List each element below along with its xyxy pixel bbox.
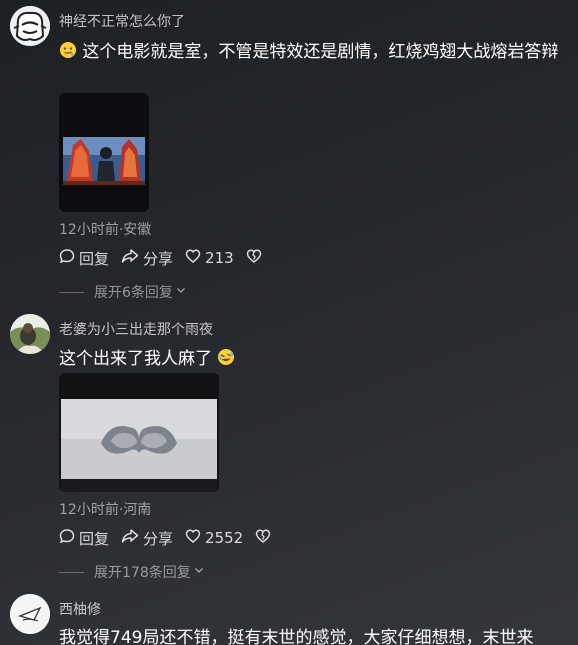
chevron-down-icon <box>173 284 187 300</box>
comment-image[interactable] <box>59 373 219 492</box>
comment-meta: 12小时前·安徽 <box>59 222 152 238</box>
username[interactable]: 老婆为小三出走那个雨夜 <box>59 319 213 339</box>
share-arrow-icon <box>121 248 143 268</box>
username[interactable]: 神经不正常怎么你了 <box>59 11 185 31</box>
expand-replies-button[interactable]: 展开178条回复 <box>59 562 205 582</box>
broken-heart-icon <box>246 248 266 268</box>
username[interactable]: 西柚修 <box>59 599 101 619</box>
avatar[interactable] <box>10 594 50 634</box>
divider-line <box>59 291 84 293</box>
expand-replies-button[interactable]: 展开6条回复 <box>59 282 187 302</box>
reply-label: 回复 <box>79 529 110 548</box>
comment-list: 神经不正常怎么你了 这个电影就是室，不管是特效还是剧情，红烧鸡翅大战熔岩答辩 1… <box>0 0 578 645</box>
dislike-button[interactable] <box>255 528 275 548</box>
rolling-laughing-icon <box>217 348 235 374</box>
expand-replies-label: 展开6条回复 <box>94 285 173 301</box>
share-button[interactable]: 分享 <box>121 528 173 549</box>
comment-actions: 回复 分享 2552 <box>59 527 287 549</box>
heart-outline-icon <box>185 528 205 548</box>
movie-still-thumbnail <box>59 93 149 212</box>
share-label: 分享 <box>143 249 174 268</box>
comment-text: 这个出来了我人麻了 <box>59 346 564 374</box>
dislike-button[interactable] <box>246 248 266 268</box>
like-count: 2552 <box>205 529 244 547</box>
expand-replies-label: 展开178条回复 <box>94 565 191 581</box>
like-button[interactable]: 2552 <box>185 528 243 548</box>
comment-meta: 12小时前·河南 <box>59 502 152 518</box>
share-button[interactable]: 分享 <box>121 248 173 269</box>
comment-text-content: 我觉得749局还不错，挺有末世的感觉，大家仔细想想，末世来 <box>59 628 534 645</box>
comment-bubble-icon <box>59 248 79 268</box>
avatar-photo-image <box>10 314 50 354</box>
movie-still-thumbnail <box>59 373 219 492</box>
like-count: 213 <box>205 249 234 267</box>
divider-line <box>59 571 84 573</box>
chevron-down-icon <box>191 564 205 580</box>
comment-text: 这个电影就是室，不管是特效还是剧情，红烧鸡翅大战熔岩答辩 <box>59 39 564 67</box>
avatar[interactable] <box>10 314 50 354</box>
comment-text: 我觉得749局还不错，挺有末世的感觉，大家仔细想想，末世来 <box>59 625 578 645</box>
comment-text-content: 这个电影就是室，不管是特效还是剧情，红烧鸡翅大战熔岩答辩 <box>82 42 559 62</box>
comment-image[interactable] <box>59 93 149 212</box>
avatar[interactable] <box>10 6 50 46</box>
like-button[interactable]: 213 <box>185 248 234 268</box>
comment-text-content: 这个出来了我人麻了 <box>59 349 212 369</box>
avatar-cartoon-image <box>10 6 50 46</box>
reply-button[interactable]: 回复 <box>59 528 109 549</box>
reply-button[interactable]: 回复 <box>59 248 109 269</box>
broken-heart-icon <box>255 528 275 548</box>
share-arrow-icon <box>121 528 143 548</box>
drooling-face-icon <box>59 41 77 67</box>
heart-outline-icon <box>185 248 205 268</box>
comment-bubble-icon <box>59 528 79 548</box>
comment-actions: 回复 分享 213 <box>59 247 278 269</box>
avatar-logo-image <box>10 594 50 634</box>
reply-label: 回复 <box>79 249 110 268</box>
share-label: 分享 <box>143 529 174 548</box>
